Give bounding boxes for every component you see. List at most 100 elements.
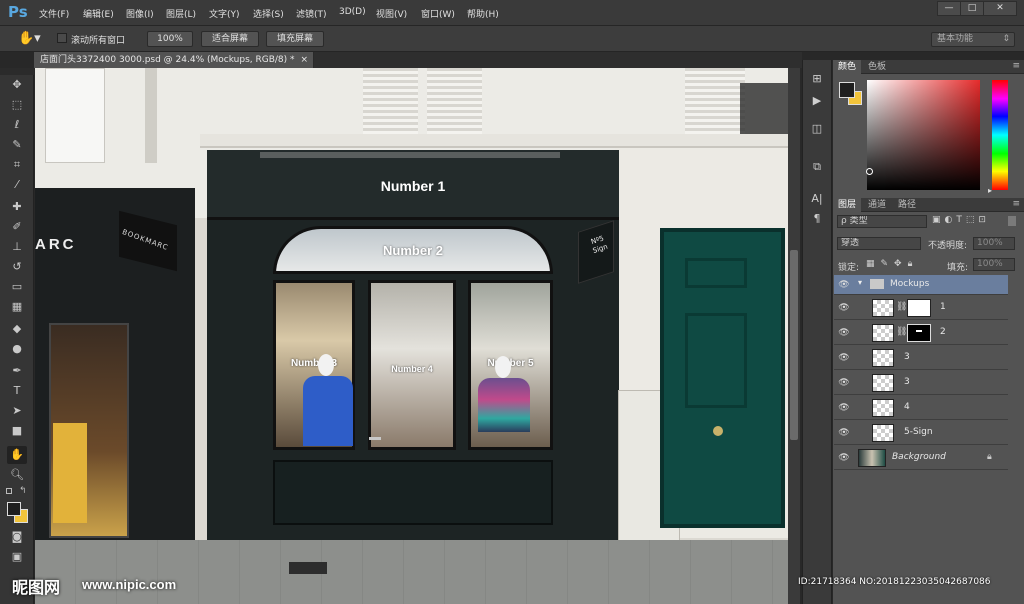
layer-row-background[interactable]: 👁︎ Background 🔒︎ [834,446,1008,470]
minimize-button[interactable]: — [937,1,961,16]
properties-panel-icon[interactable]: ⧉ [807,158,827,176]
panel-menu-icon[interactable]: ≡ [1012,61,1020,71]
swap-colors-icon[interactable]: ↰ [19,486,27,496]
screen-mode-icon[interactable]: ▣ [7,548,27,566]
menu-3d[interactable]: 3D(D) [339,7,366,17]
fill-input[interactable]: 100% [973,258,1015,271]
opacity-input[interactable]: 100% [973,237,1015,250]
document-canvas[interactable]: ARC BOOKMARC Number 1 Nº5 Sign Number 2 … [35,68,788,604]
filter-toggle[interactable] [1008,216,1016,226]
hand-icon[interactable]: ✋▾ [18,30,46,47]
layer-filter-icons[interactable]: ▣◐T⬚⊡ [932,215,990,225]
color-picker-cursor[interactable] [866,168,873,175]
restore-button[interactable]: □ [960,1,984,16]
menu-filter[interactable]: 滤镜(T) [296,7,327,20]
tab-swatches[interactable]: 色板 [863,60,891,74]
foreground-color-swatch[interactable] [7,502,21,516]
default-colors-icon[interactable] [6,488,12,494]
lock-icons[interactable]: ▦✎✥🔒︎ [866,259,918,269]
menu-file[interactable]: 文件(F) [39,7,69,20]
zoom-100-button[interactable]: 100% [147,31,193,47]
layer-row-5-sign[interactable]: 👁︎ 5-Sign [834,421,1008,445]
tab-close-icon[interactable]: × [300,52,308,68]
blur-tool-icon[interactable]: ◆ [7,320,27,338]
character-panel-icon[interactable]: A| [807,190,827,208]
layer-filter-select[interactable]: ρ 类型 [837,215,927,228]
tab-channels[interactable]: 通道 [863,198,891,212]
eye-icon[interactable]: 👁︎ [838,352,850,364]
menu-type[interactable]: 文字(Y) [209,7,240,20]
brush-tool-icon[interactable]: ✐ [7,218,27,236]
dodge-tool-icon[interactable]: ● [7,340,27,358]
link-icon[interactable]: ⛓ [896,327,907,337]
path-select-tool-icon[interactable]: ➤ [7,402,27,420]
rectangle-tool-icon[interactable]: ■ [7,422,27,440]
history-brush-tool-icon[interactable]: ↺ [7,258,27,276]
hue-slider-handle[interactable]: ▸ [988,186,992,195]
type-tool-icon[interactable]: T [7,382,27,400]
gradient-tool-icon[interactable]: ▦ [7,298,27,316]
toolbox-grip[interactable] [0,68,34,75]
link-icon[interactable]: ⛓ [896,302,907,312]
blend-mode-select[interactable]: 穿透 [837,237,921,250]
panel-foreground-color[interactable] [839,82,855,98]
hand-tool-icon[interactable]: ✋ [7,446,27,464]
adjustments-panel-icon[interactable]: ◫ [807,120,827,138]
menu-edit[interactable]: 编辑(E) [83,7,114,20]
layer-row-2[interactable]: 👁︎ ⛓ 2 [834,321,1008,345]
document-tab[interactable]: 店面门头3372400 3000.psd @ 24.4% (Mockups, R… [34,52,314,68]
layer-row-mockups[interactable]: 👁︎ ▾ Mockups [834,275,1008,295]
fill-screen-button[interactable]: 填充屏幕 [266,31,324,47]
history-panel-icon[interactable]: ⊞ [807,70,827,88]
workspace-select[interactable]: 基本功能 ⇕ [931,32,1015,47]
menu-layer[interactable]: 图层(L) [166,7,196,20]
eye-icon[interactable]: 👁︎ [838,327,850,339]
layers-menu-icon[interactable]: ≡ [1012,199,1020,209]
actions-panel-icon[interactable]: ▶ [807,92,827,110]
menu-help[interactable]: 帮助(H) [467,7,499,20]
healing-brush-tool-icon[interactable]: ✚ [7,198,27,216]
tab-color[interactable]: 颜色 [833,60,862,74]
paragraph-panel-icon[interactable]: ¶ [807,210,827,228]
quick-mask-icon[interactable]: ◙ [7,528,27,546]
pen-tool-icon[interactable]: ✒ [7,362,27,380]
tab-layers[interactable]: 图层 [833,198,862,212]
layer-row-1[interactable]: 👁︎ ⛓ 1 [834,296,1008,320]
crop-tool-icon[interactable]: ⌗ [7,156,27,174]
sign-number-4: Number 4 [391,364,433,374]
lasso-tool-icon[interactable]: ℓ [7,116,27,134]
hue-slider[interactable] [992,80,1008,190]
menu-window[interactable]: 窗口(W) [421,7,455,20]
tab-paths[interactable]: 路径 [893,198,921,212]
scroll-all-checkbox[interactable] [57,33,67,43]
menu-image[interactable]: 图像(I) [126,7,154,20]
eye-icon[interactable]: 👁︎ [838,377,850,389]
eraser-tool-icon[interactable]: ▭ [7,278,27,296]
clone-stamp-tool-icon[interactable]: ⊥ [7,238,27,256]
marquee-tool-icon[interactable]: ⬚ [7,96,27,114]
eye-icon[interactable]: 👁︎ [838,302,850,314]
close-button[interactable]: ✕ [983,1,1017,16]
color-spectrum[interactable] [867,80,980,190]
layer-mask-thumbnail[interactable] [907,324,931,342]
layer-row-4[interactable]: 👁︎ 4 [834,396,1008,420]
opacity-value: 100% [977,238,1003,248]
quick-select-tool-icon[interactable]: ✎ [7,136,27,154]
eye-icon[interactable]: 👁︎ [838,402,850,414]
menu-view[interactable]: 视图(V) [376,7,407,20]
eye-icon[interactable]: 👁︎ [838,452,850,464]
menu-select[interactable]: 选择(S) [253,7,284,20]
eyedropper-tool-icon[interactable]: ⁄ [7,176,27,194]
mask-mark [916,330,922,332]
eye-icon[interactable]: 👁︎ [838,427,850,439]
eye-icon[interactable]: 👁︎ [838,279,850,291]
move-tool-icon[interactable]: ✥ [7,76,27,94]
layer-mask-thumbnail[interactable] [907,299,931,317]
layer-row-3a[interactable]: 👁︎ 3 [834,346,1008,370]
scroll-thumb[interactable] [790,250,798,440]
zoom-tool-icon[interactable]: 🔍︎ [7,466,27,484]
fit-screen-button[interactable]: 适合屏幕 [201,31,259,47]
folder-expand-icon[interactable]: ▾ [858,278,862,287]
layer-row-3b[interactable]: 👁︎ 3 [834,371,1008,395]
photoshop-logo: Ps [8,3,28,21]
